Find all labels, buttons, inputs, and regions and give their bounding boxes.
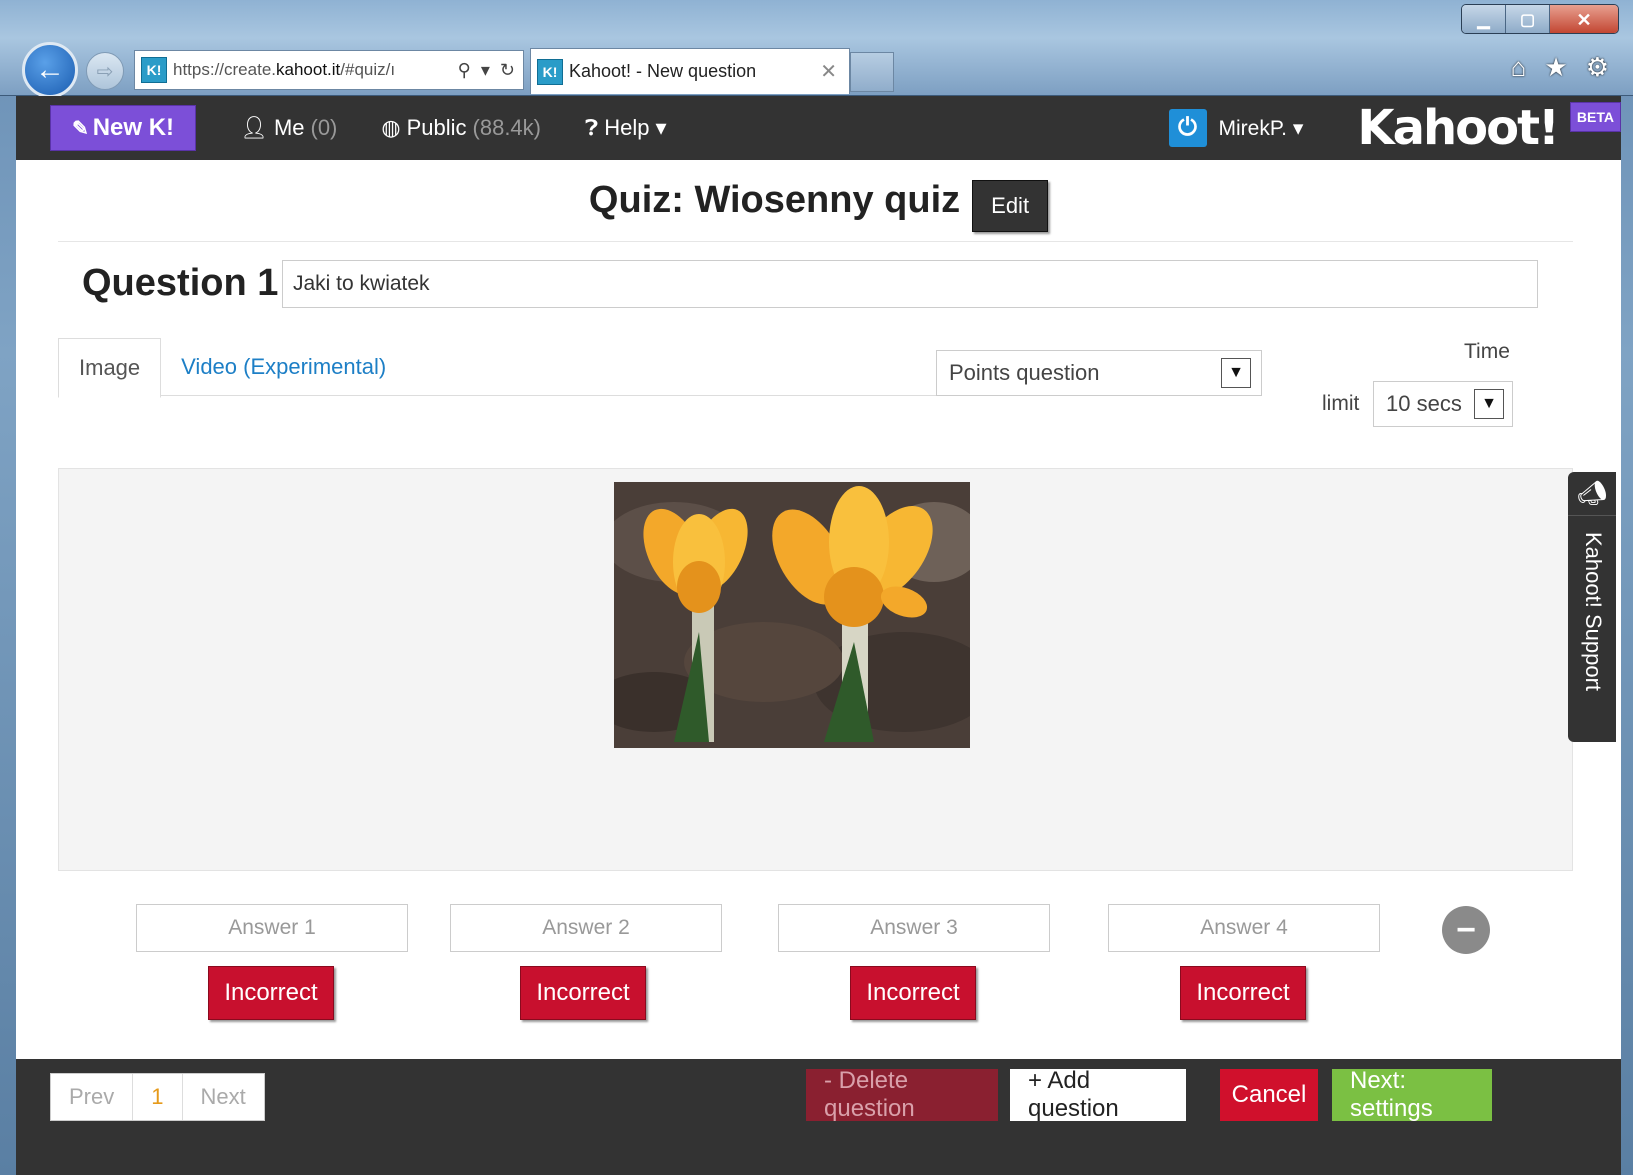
time-limit-select[interactable]: 10 secs ▼: [1373, 381, 1513, 427]
window-controls: ▁ ▢ ✕: [1461, 4, 1619, 34]
answer-4-status-button[interactable]: Incorrect: [1180, 966, 1306, 1020]
nav-public[interactable]: ◍ Public (88.4k): [381, 115, 541, 141]
user-icon: 👤︎: [240, 115, 268, 140]
new-kahoot-button[interactable]: ✎ New K!: [50, 105, 196, 151]
top-nav: ✎ New K! 👤︎ Me (0) ◍ Public (88.4k) ❓︎ H…: [16, 96, 1621, 160]
browser-chrome: ▁ ▢ ✕ ← ⇨ K! https://create.kahoot.it/#q…: [0, 0, 1633, 98]
edit-quiz-button[interactable]: Edit: [972, 180, 1049, 232]
kahoot-favicon-icon: K!: [537, 58, 563, 85]
dropdown-icon[interactable]: ▾: [481, 60, 490, 81]
beta-badge: BETA: [1569, 102, 1621, 132]
url-text: https://create.kahoot.it/#quiz/ı: [173, 60, 396, 79]
time-limit-label-top: Time: [1464, 340, 1510, 363]
pagination: Prev 1 Next: [50, 1073, 265, 1121]
question-input[interactable]: [282, 260, 1538, 308]
user-menu[interactable]: MirekP. ▾: [1219, 116, 1304, 141]
question-type-select[interactable]: Points question ▼: [936, 350, 1262, 396]
nav-help[interactable]: ❓︎ Help ▾: [585, 115, 667, 141]
footer-bar: Prev 1 Next - Delete question + Add ques…: [16, 1059, 1621, 1175]
globe-icon: ◍: [381, 115, 401, 140]
time-limit-label-bottom: limit: [1322, 392, 1360, 415]
question-label: Question 1: [82, 262, 279, 304]
answer-1-status-button[interactable]: Incorrect: [208, 966, 334, 1020]
prev-button[interactable]: Prev: [51, 1074, 134, 1120]
new-tab-button[interactable]: [850, 52, 894, 92]
media-tabs: Image Video (Experimental): [58, 338, 948, 398]
page-number[interactable]: 1: [133, 1074, 183, 1120]
star-icon[interactable]: ★: [1544, 52, 1567, 83]
close-tab-icon[interactable]: ✕: [820, 59, 837, 84]
cancel-button[interactable]: Cancel: [1220, 1069, 1318, 1121]
tab-title: Kahoot! - New question: [569, 61, 757, 81]
answer-3-status-button[interactable]: Incorrect: [850, 966, 976, 1020]
maximize-button[interactable]: ▢: [1506, 5, 1550, 33]
tab-image[interactable]: Image: [58, 338, 162, 398]
add-question-button[interactable]: + Add question: [1010, 1067, 1186, 1122]
question-icon: ❓︎: [585, 115, 599, 140]
home-icon[interactable]: ⌂: [1511, 52, 1527, 83]
kahoot-logo: Kahoot!: [1357, 100, 1560, 156]
address-bar[interactable]: K! https://create.kahoot.it/#quiz/ı ⚲ ▾ …: [134, 50, 524, 90]
answer-1-input[interactable]: Answer 1: [136, 904, 408, 952]
support-tab[interactable]: 📣︎ Kahoot! Support: [1568, 472, 1616, 742]
page: ✎ New K! 👤︎ Me (0) ◍ Public (88.4k) ❓︎ H…: [16, 96, 1621, 1175]
refresh-icon[interactable]: ↻: [500, 60, 515, 81]
nav-me[interactable]: 👤︎ Me (0): [240, 115, 337, 141]
answer-2-status-button[interactable]: Incorrect: [520, 966, 646, 1020]
next-settings-button[interactable]: Next: settings: [1332, 1067, 1492, 1122]
minus-icon[interactable]: −: [1442, 906, 1490, 954]
answer-4-input[interactable]: Answer 4: [1108, 904, 1380, 952]
gear-icon[interactable]: ⚙: [1586, 52, 1609, 83]
browser-tab[interactable]: K! Kahoot! - New question ✕: [530, 48, 850, 94]
forward-arrow-icon[interactable]: ⇨: [86, 52, 124, 90]
close-window-button[interactable]: ✕: [1550, 5, 1618, 33]
kahoot-favicon-icon: K!: [141, 57, 167, 83]
back-arrow-icon[interactable]: ←: [22, 42, 78, 98]
megaphone-icon: 📣︎: [1568, 472, 1616, 516]
chevron-down-icon: ▼: [1221, 358, 1251, 388]
answer-2-input[interactable]: Answer 2: [450, 904, 722, 952]
delete-question-button[interactable]: - Delete question: [806, 1067, 998, 1122]
support-label: Kahoot! Support: [1581, 532, 1606, 692]
quiz-title: Quiz: Wiosenny quiz: [588, 178, 961, 221]
power-icon[interactable]: ⏻: [1168, 109, 1207, 147]
question-image: [614, 482, 970, 748]
next-button[interactable]: Next: [183, 1074, 264, 1120]
caret-down-icon: ▾: [655, 115, 667, 140]
tab-video[interactable]: Video (Experimental): [161, 338, 406, 398]
divider: [58, 241, 1573, 242]
pencil-icon: ✎: [71, 117, 89, 140]
minimize-button[interactable]: ▁: [1462, 5, 1506, 33]
search-icon[interactable]: ⚲: [458, 60, 471, 81]
answer-3-input[interactable]: Answer 3: [778, 904, 1050, 952]
chevron-down-icon: ▼: [1474, 389, 1504, 419]
